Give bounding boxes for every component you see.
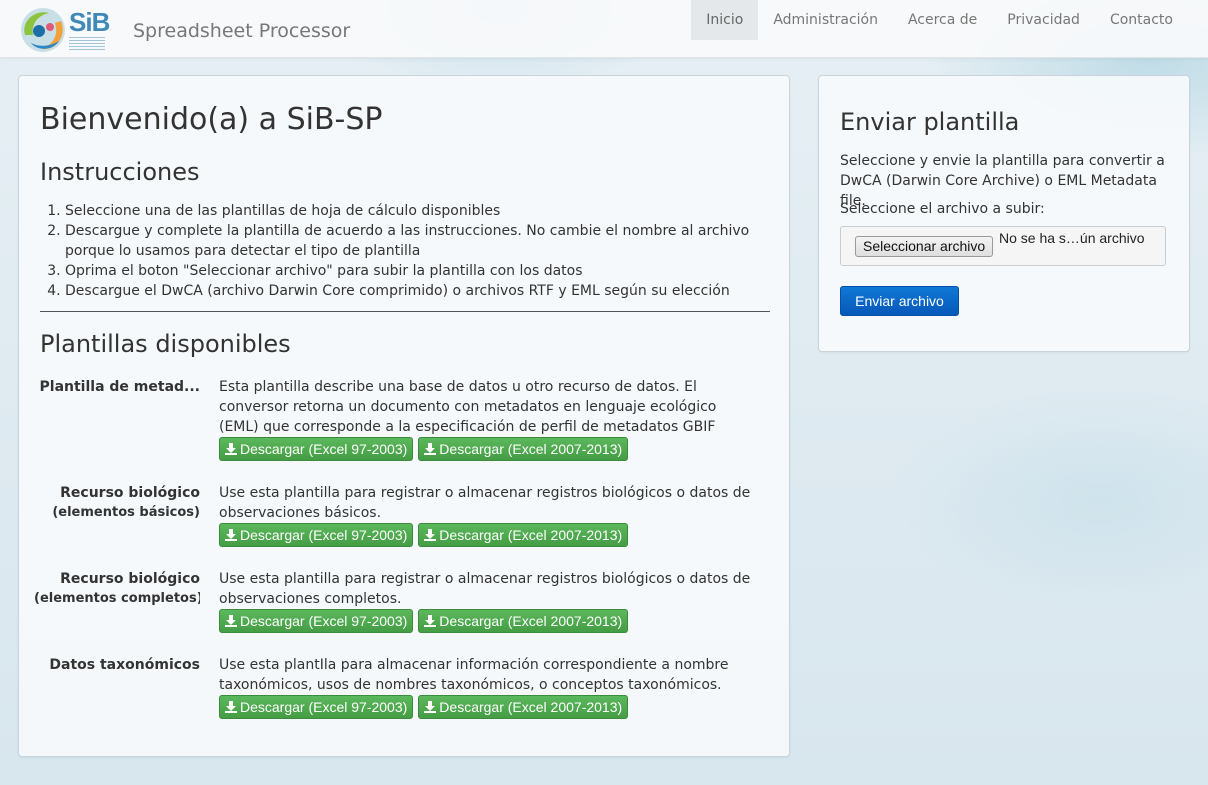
instruction-step: Oprima el boton "Seleccionar archivo" pa… [65,261,760,281]
download-xls-label: Descargar (Excel 97-2003) [240,613,408,629]
download-icon [225,701,237,713]
download-xlsx-button[interactable]: Descargar (Excel 2007-2013) [418,695,629,719]
nav-item-acerca-de[interactable]: Acerca de [893,0,992,40]
submit-file-button[interactable]: Enviar archivo [840,286,959,316]
instructions-list: Seleccione una de las plantillas de hoja… [40,201,760,301]
template-label-text: Plantilla de metad... [39,379,200,395]
instruction-step: Seleccione una de las plantillas de hoja… [65,201,760,221]
main-panel: Bienvenido(a) a SiB-SP Instrucciones Sel… [18,75,790,757]
template-description: Use esta plantIla para almacenar informa… [219,657,729,693]
upload-panel: Enviar plantilla Seleccione y envie la p… [818,75,1190,352]
download-icon [424,443,437,455]
navbar: SiB Spreadsheet Processor Inicio Adminis… [0,0,1208,58]
download-xls-label: Descargar (Excel 97-2003) [240,527,408,543]
template-description: Use esta plantilla para registrar o alma… [219,571,751,607]
template-label-metadatos: Plantilla de metad... [34,377,200,397]
download-icon [424,529,437,541]
template-download-row: Descargar (Excel 97-2003) Descargar (Exc… [219,609,629,633]
download-icon [424,615,437,627]
nav-menu: Inicio Administración Acerca de Privacid… [691,0,1188,40]
nav-item-privacidad[interactable]: Privacidad [992,0,1095,40]
nav-item-contacto[interactable]: Contacto [1095,0,1188,40]
download-xls-button[interactable]: Descargar (Excel 97-2003) [219,523,414,547]
template-download-row: Descargar (Excel 97-2003) Descargar (Exc… [219,437,629,461]
file-input[interactable]: Seleccionar archivo No se ha s…ún archiv… [840,226,1166,266]
template-description: Use esta plantilla para registrar o alma… [219,485,751,521]
download-xls-button[interactable]: Descargar (Excel 97-2003) [219,695,414,719]
template-label-text: Recurso biológico [60,485,200,501]
instruction-step: Descargue y complete la plantilla de acu… [65,221,760,261]
logo-subtext [69,37,105,51]
instruction-step: Descargue el DwCA (archivo Darwin Core c… [65,281,760,301]
logo-text: SiB [69,7,110,37]
file-label: Seleccione el archivo a subir: [840,201,1045,217]
download-xlsx-label: Descargar (Excel 2007-2013) [439,613,623,629]
nav-item-inicio[interactable]: Inicio [691,0,759,40]
download-xlsx-label: Descargar (Excel 2007-2013) [439,699,623,715]
upload-title: Enviar plantilla [840,108,1020,136]
template-label-text: Datos taxonómicos [49,657,200,673]
sib-logo[interactable]: SiB [17,5,110,55]
template-label-text: Recurso biológico [60,571,200,587]
sib-logo-icon [21,8,65,52]
download-xls-button[interactable]: Descargar (Excel 97-2003) [219,609,414,633]
download-xlsx-button[interactable]: Descargar (Excel 2007-2013) [418,523,629,547]
download-xlsx-label: Descargar (Excel 2007-2013) [439,527,623,543]
download-icon [225,615,237,627]
app-title[interactable]: Spreadsheet Processor [133,20,350,42]
templates-heading: Plantillas disponibles [40,330,291,358]
nav-item-administracion[interactable]: Administración [758,0,893,40]
download-xlsx-label: Descargar (Excel 2007-2013) [439,441,623,457]
download-xls-label: Descargar (Excel 97-2003) [240,699,408,715]
file-status: No se ha s…ún archivo [999,230,1145,246]
download-icon [225,443,237,455]
divider [40,311,770,312]
download-xls-button[interactable]: Descargar (Excel 97-2003) [219,437,414,461]
template-label-recurso-completo: Recurso biológico (elementos completos) [34,569,200,609]
page-title: Bienvenido(a) a SiB-SP [40,102,383,137]
download-xls-label: Descargar (Excel 97-2003) [240,441,408,457]
template-sublabel: (elementos completos) [34,591,200,606]
download-xlsx-button[interactable]: Descargar (Excel 2007-2013) [418,609,629,633]
instructions-heading: Instrucciones [40,158,200,186]
template-label-recurso-basico: Recurso biológico (elementos básicos) [34,483,200,523]
brand[interactable]: SiB Spreadsheet Processor [17,5,350,55]
template-sublabel: (elementos básicos) [52,505,200,520]
template-label-taxonomicos: Datos taxonómicos [34,655,200,675]
template-download-row: Descargar (Excel 97-2003) Descargar (Exc… [219,523,629,547]
download-icon [424,701,437,713]
template-download-row: Descargar (Excel 97-2003) Descargar (Exc… [219,695,629,719]
download-icon [225,529,237,541]
download-xlsx-button[interactable]: Descargar (Excel 2007-2013) [418,437,629,461]
select-file-button[interactable]: Seleccionar archivo [855,236,994,257]
